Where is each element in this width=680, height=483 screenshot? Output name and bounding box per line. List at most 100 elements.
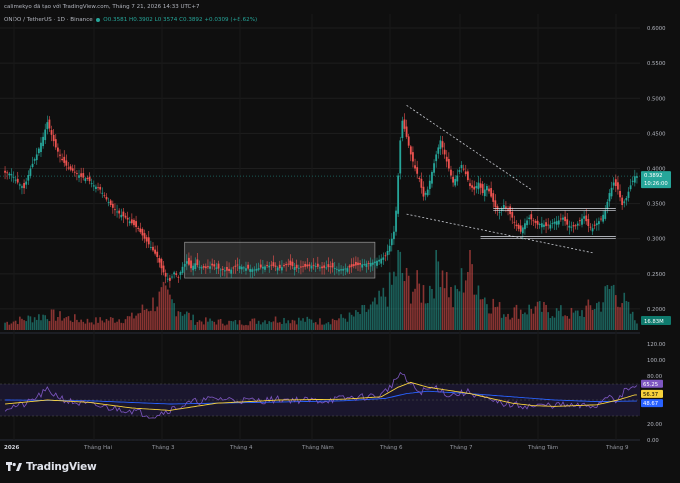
candle: [285, 264, 288, 266]
volume-bar: [407, 275, 410, 330]
volume-bar: [196, 322, 199, 330]
volume-bar: [247, 325, 249, 330]
candle: [327, 264, 330, 268]
candle: [65, 160, 68, 166]
candle: [306, 264, 309, 267]
volume-bar: [14, 320, 17, 330]
candle: [458, 170, 461, 172]
volume-bar: [513, 307, 516, 330]
volume-bar: [562, 316, 564, 330]
candle: [405, 126, 408, 137]
volume-bar: [589, 305, 592, 330]
candle: [515, 224, 518, 227]
volume-bar: [623, 292, 626, 330]
volume-bar: [414, 288, 416, 330]
candle: [44, 129, 47, 141]
volume-bar: [300, 320, 302, 330]
volume-bar: [553, 317, 556, 330]
candle: [557, 220, 560, 225]
candle: [534, 220, 537, 223]
candle: [283, 265, 285, 267]
candle: [587, 219, 590, 227]
candle: [481, 184, 484, 194]
volume-bar: [475, 294, 478, 330]
volume-bar: [139, 312, 142, 330]
candle: [223, 270, 226, 272]
volume-bar: [492, 298, 495, 330]
candle: [344, 268, 347, 270]
volume-bar: [371, 301, 374, 330]
candle: [519, 225, 522, 232]
candle: [88, 176, 91, 182]
volume-bar: [350, 314, 353, 330]
candle: [371, 262, 374, 265]
candle: [363, 263, 366, 265]
volume-bar: [357, 311, 359, 330]
volume-bar: [209, 318, 211, 330]
candle: [10, 174, 13, 176]
candle: [540, 223, 543, 228]
volume-bar: [186, 311, 188, 330]
chart-root: calimekyo đã tạo với TradingView.com, Th…: [0, 0, 680, 483]
candle: [403, 119, 406, 129]
volume-bar: [348, 312, 351, 330]
candle: [304, 263, 307, 267]
chart-canvas[interactable]: 0.60000.55000.50000.45000.40000.35000.30…: [0, 0, 680, 483]
volume-bar: [50, 309, 53, 330]
candle: [545, 222, 547, 227]
volume-bar: [615, 295, 617, 330]
volume-bar: [124, 319, 127, 330]
volume-bar: [610, 285, 613, 330]
volume-bar: [251, 318, 254, 330]
volume-bar: [173, 303, 175, 330]
volume-bar: [86, 318, 89, 330]
volume-bar: [166, 289, 169, 330]
candle: [168, 277, 171, 281]
time-tick-label: Tháng 4: [229, 444, 253, 451]
volume-bar: [232, 321, 235, 330]
volume-bar: [137, 313, 139, 330]
volume-bar: [395, 276, 397, 330]
volume-bar: [393, 271, 395, 330]
candle: [92, 185, 95, 187]
candle: [424, 193, 427, 195]
candle: [259, 264, 262, 268]
volume-bar: [625, 300, 628, 330]
candle: [158, 258, 161, 263]
volume-bar: [175, 316, 178, 330]
candle: [289, 260, 292, 266]
candle: [14, 179, 17, 181]
volume-bar: [171, 299, 173, 330]
candle: [600, 218, 602, 220]
volume-bar: [564, 315, 566, 330]
volume-bar: [169, 294, 171, 330]
rsi-tick-label: 80.00: [647, 374, 663, 380]
candle: [139, 228, 142, 233]
volume-bar: [363, 304, 366, 330]
volume-bar: [122, 323, 125, 330]
volume-bar: [566, 316, 569, 330]
price-tick-label: 0.6000: [647, 26, 666, 32]
candle: [109, 200, 112, 206]
candle: [240, 266, 243, 270]
volume-bar: [73, 314, 76, 330]
candle: [373, 261, 376, 264]
volume-bar: [215, 324, 218, 330]
candle: [130, 219, 133, 224]
candle: [310, 265, 313, 269]
volume-bar: [192, 314, 194, 330]
volume-bar: [298, 317, 300, 330]
volume-bar: [595, 303, 598, 330]
candle: [445, 156, 448, 162]
candle: [200, 267, 203, 269]
candle: [378, 259, 381, 262]
candle: [261, 266, 264, 269]
volume-bar: [445, 272, 448, 330]
candle: [99, 186, 102, 190]
upper-trendline: [406, 104, 532, 190]
candle: [59, 154, 61, 156]
volume-bar: [631, 311, 634, 330]
volume-bar: [103, 322, 106, 330]
price-tick-label: 0.3000: [647, 237, 666, 243]
candle: [287, 263, 290, 265]
